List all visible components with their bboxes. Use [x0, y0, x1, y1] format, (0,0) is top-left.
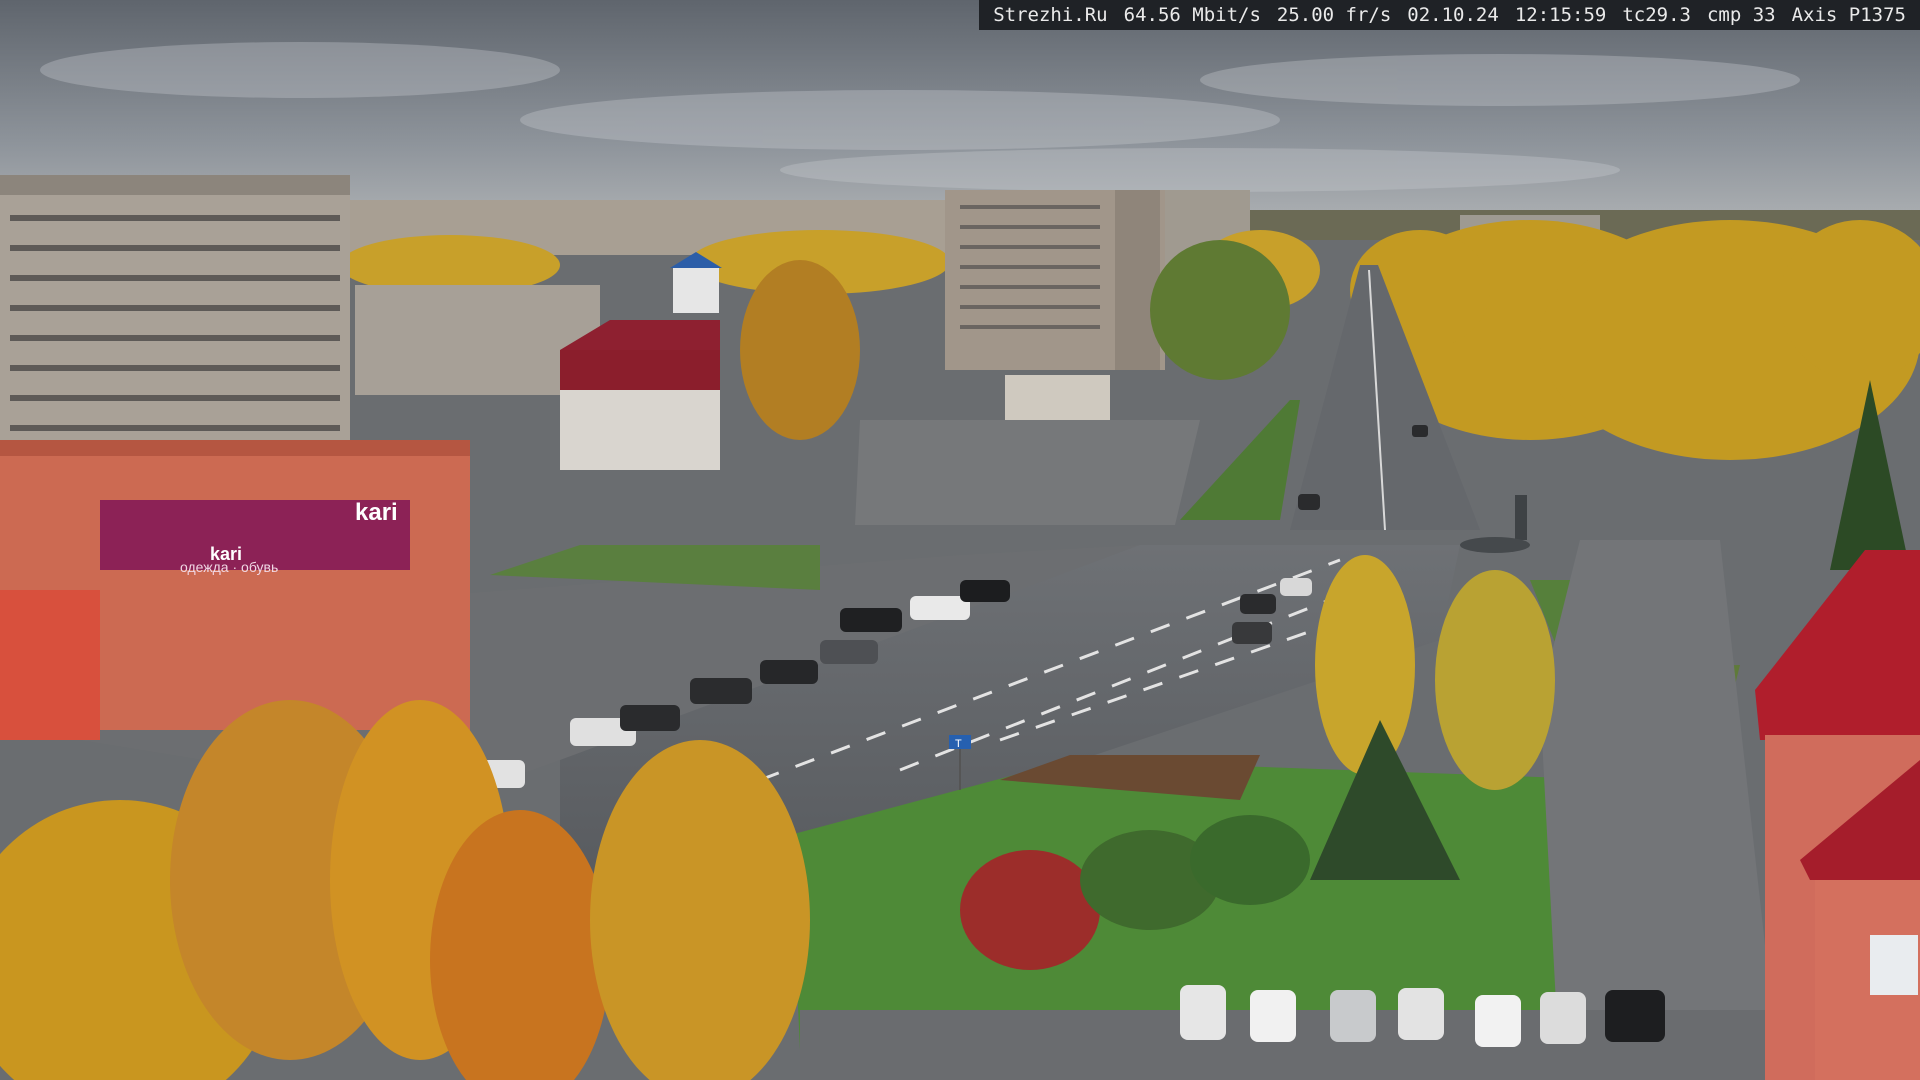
overlay-framerate: 25.00 fr/s: [1276, 4, 1392, 26]
overlay-time: 12:15:59: [1514, 4, 1607, 26]
plaza: [855, 420, 1200, 525]
red-roof-building: [560, 320, 720, 470]
low-building: [1005, 375, 1110, 420]
monument: [1515, 495, 1527, 540]
overlay-tc: tc29.3: [1622, 4, 1691, 26]
camera-overlay: Strezhi.Ru 64.56 Mbit/s 25.00 fr/s 02.10…: [979, 0, 1920, 30]
street-scene: kari kari одежда · обувь Т: [0, 0, 1920, 1080]
store-banner-text: одежда · обувь: [180, 559, 278, 575]
overlay-date: 02.10.24: [1407, 4, 1499, 26]
overlay-bitrate: 64.56 Mbit/s: [1123, 4, 1261, 26]
store-logo: kari: [355, 499, 398, 526]
camera-view: kari kari одежда · обувь Т: [0, 0, 1920, 1080]
street-sign-text: Т: [955, 738, 962, 750]
center-tower: [945, 190, 1165, 370]
overlay-cmp: cmp 33: [1706, 4, 1776, 26]
overlay-site: Strezhi.Ru: [993, 4, 1108, 26]
store-building: [0, 440, 470, 740]
overlay-camera: Axis P1375: [1791, 4, 1906, 26]
